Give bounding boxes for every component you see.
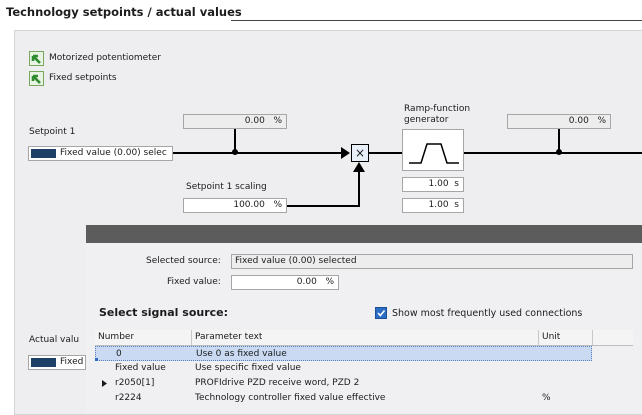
selected-source-label: Selected source: [146, 256, 221, 266]
signal-line [464, 152, 642, 154]
connector-line [234, 129, 236, 151]
rfg-output-unit: % [597, 116, 606, 126]
rfg-label-line2: generator [404, 115, 449, 125]
title-divider [231, 20, 642, 21]
fixed-value-input[interactable]: 0.00 % [231, 275, 339, 290]
expand-arrow-icon[interactable] [102, 380, 107, 387]
checkmark-icon [377, 309, 386, 317]
table-row[interactable]: r2224 Technology controller fixed value … [95, 391, 633, 406]
setpoint1-display-unit: % [273, 116, 282, 126]
arrow-up-left-icon [31, 54, 41, 64]
selected-source-field: Fixed value (0.00) selected [231, 254, 633, 269]
scaling-label: Setpoint 1 scaling [186, 182, 267, 192]
scaling-line [287, 205, 360, 207]
row-parameter-text: Use 0 as fixed value [196, 349, 287, 359]
ramp-down-time-input[interactable]: 1.00 s [402, 198, 464, 213]
signal-source-icon [31, 358, 56, 367]
ramp-down-value: 1.00 [428, 200, 449, 210]
column-header-unit[interactable]: Unit [542, 330, 560, 345]
section-title: Technology setpoints / actual values [6, 5, 242, 19]
junction-dot [556, 149, 562, 155]
dialog-header-bar [86, 225, 642, 243]
fixed-value-unit: % [325, 277, 334, 287]
row-parameter-text: PROFIdrive PZD receive word, PZD 2 [195, 378, 360, 388]
actual-value-source-field[interactable]: Fixed [28, 355, 86, 370]
ramp-down-unit: s [454, 200, 459, 210]
signal-line [369, 152, 402, 154]
ramp-up-unit: s [454, 179, 459, 189]
scaling-value: 100.00 [233, 200, 265, 210]
column-header-parameter-text[interactable]: Parameter text [195, 330, 262, 345]
row-number: r2050[1] [115, 378, 155, 388]
setpoint1-label: Setpoint 1 [29, 127, 76, 137]
show-frequent-checkbox[interactable] [375, 307, 387, 319]
setpoint1-source-field[interactable]: Fixed value (0.00) selec [28, 146, 173, 161]
multiplier-block: × [351, 144, 369, 162]
table-row[interactable]: 0 Use 0 as fixed value [95, 346, 592, 361]
setpoint1-display-value: 0.00 [244, 116, 265, 126]
fixed-setpoints-button[interactable] [29, 71, 44, 86]
row-parameter-text: Use specific fixed value [195, 363, 301, 373]
table-header-row: Number Parameter text Unit [95, 330, 633, 346]
fixed-value-label: Fixed value: [167, 277, 221, 287]
show-frequent-label: Show most frequently used connections [392, 308, 583, 319]
actual-value-source-value: Fixed [60, 357, 84, 367]
scaling-unit: % [273, 200, 282, 210]
ramp-function-generator-block[interactable] [402, 129, 464, 171]
column-header-number[interactable]: Number [98, 330, 134, 345]
fixed-value: 0.00 [296, 277, 317, 287]
rfg-output-display-field: 0.00 % [507, 114, 611, 129]
table-row[interactable]: Fixed value Use specific fixed value [95, 361, 633, 376]
row-number: 0 [116, 349, 122, 359]
row-parameter-text: Technology controller fixed value effect… [195, 393, 386, 403]
signal-line [173, 152, 345, 154]
motorized-potentiometer-label: Motorized potentiometer [49, 53, 161, 63]
select-signal-source-heading: Select signal source: [99, 306, 229, 319]
arrow-up-icon [353, 162, 365, 172]
arrow-right-icon [341, 147, 350, 159]
setpoint1-display-field: 0.00 % [183, 114, 287, 129]
rfg-label-line1: Ramp-function [404, 104, 471, 114]
connector-line [558, 129, 560, 151]
scaling-line-vertical [358, 170, 360, 207]
ramp-up-time-input[interactable]: 1.00 s [402, 177, 464, 192]
row-number: Fixed value [115, 363, 166, 373]
ramp-icon [409, 143, 459, 164]
column-separator [191, 330, 192, 345]
arrow-up-left-icon [31, 74, 41, 84]
signal-source-icon [31, 149, 56, 158]
ramp-up-value: 1.00 [428, 179, 449, 189]
motorized-potentiometer-button[interactable] [29, 51, 44, 66]
row-unit: % [542, 393, 551, 403]
rfg-output-value: 0.00 [568, 116, 589, 126]
actual-value-label: Actual valu [29, 335, 80, 345]
column-separator [592, 330, 593, 345]
column-separator [538, 330, 539, 345]
table-row[interactable]: r2050[1] PROFIdrive PZD receive word, PZ… [95, 376, 633, 391]
row-number: r2224 [115, 393, 142, 403]
setpoint1-source-value: Fixed value (0.00) selec [60, 148, 167, 158]
fixed-setpoints-label: Fixed setpoints [49, 73, 117, 83]
scaling-input[interactable]: 100.00 % [183, 198, 287, 213]
